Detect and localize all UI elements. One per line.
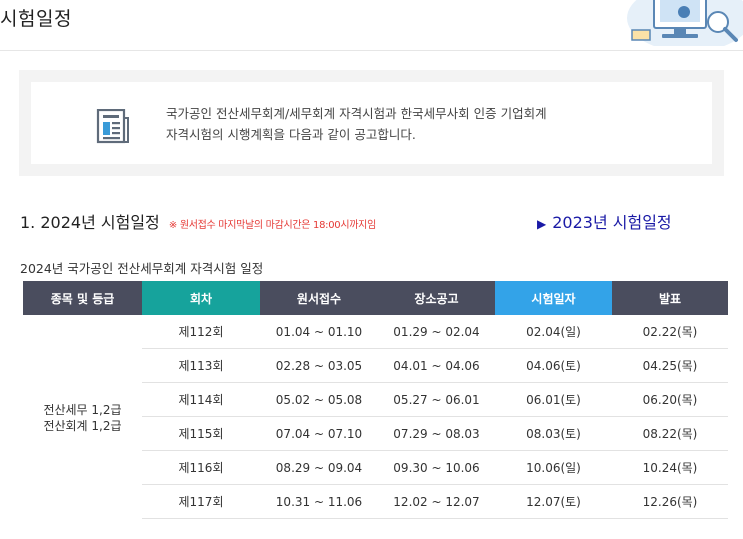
table-row: 전산세무 1,2급 전산회계 1,2급 제112회 01.04 ~ 01.10 … bbox=[23, 315, 728, 433]
round-cell: 제116회 bbox=[142, 450, 260, 485]
section-heading: 1. 2024년 시험일정 ※ 원서접수 마지막날의 마감시간은 18:00시까… bbox=[20, 209, 376, 233]
apply-period-cell: 01.04 ~ 01.10 bbox=[260, 315, 378, 349]
exam-date-cell: 12.07(토) bbox=[495, 484, 612, 519]
result-date-cell: 06.20(목) bbox=[612, 382, 728, 417]
apply-period-cell: 08.29 ~ 09.04 bbox=[260, 450, 378, 485]
grade-line-1: 전산세무 1,2급 bbox=[43, 402, 122, 417]
venue-notice-cell: 09.30 ~ 10.06 bbox=[378, 450, 495, 485]
notice-text: 국가공인 전산세무회계/세무회계 자격시험과 한국세무사회 인증 기업회계 자격… bbox=[166, 103, 547, 145]
apply-period-cell: 07.04 ~ 07.10 bbox=[260, 416, 378, 451]
exam-date-cell: 10.06(일) bbox=[495, 450, 612, 485]
exam-date-cell: 02.04(일) bbox=[495, 315, 612, 349]
result-date-cell: 04.25(목) bbox=[612, 348, 728, 383]
page-header: 시험일정 bbox=[0, 0, 743, 51]
grade-line-2: 전산회계 1,2급 bbox=[43, 418, 122, 433]
computer-illustration-icon bbox=[627, 0, 743, 46]
venue-notice-cell: 07.29 ~ 08.03 bbox=[378, 416, 495, 451]
apply-period-cell: 10.31 ~ 11.06 bbox=[260, 484, 378, 519]
result-date-cell: 02.22(목) bbox=[612, 315, 728, 349]
result-date-cell: 12.26(목) bbox=[612, 484, 728, 519]
col-header-venue-notice: 장소공고 bbox=[378, 281, 495, 315]
col-header-result: 발표 bbox=[612, 281, 728, 315]
notice-box: 국가공인 전산세무회계/세무회계 자격시험과 한국세무사회 인증 기업회계 자격… bbox=[19, 70, 724, 176]
table-caption: 2024년 국가공인 전산세무회계 자격시험 일정 bbox=[20, 261, 264, 276]
exam-schedule-table: 종목 및 등급 회차 원서접수 장소공고 시험일자 발표 전산세무 1,2급 전… bbox=[23, 281, 728, 519]
grade-cell: 전산세무 1,2급 전산회계 1,2급 bbox=[23, 315, 142, 519]
notice-line-2: 자격시험의 시행계획을 다음과 같이 공고합니다. bbox=[166, 127, 416, 142]
round-cell: 제112회 bbox=[142, 315, 260, 349]
exam-date-cell: 06.01(토) bbox=[495, 382, 612, 417]
apply-period-cell: 05.02 ~ 05.08 bbox=[260, 382, 378, 417]
round-cell: 제114회 bbox=[142, 382, 260, 417]
prev-year-schedule-link[interactable]: ▶ 2023년 시험일정 bbox=[537, 209, 672, 233]
col-header-apply: 원서접수 bbox=[260, 281, 378, 315]
notice-line-1: 국가공인 전산세무회계/세무회계 자격시험과 한국세무사회 인증 기업회계 bbox=[166, 106, 547, 121]
deadline-note: ※ 원서접수 마지막날의 마감시간은 18:00시까지임 bbox=[168, 220, 376, 231]
result-date-cell: 10.24(목) bbox=[612, 450, 728, 485]
venue-notice-cell: 05.27 ~ 06.01 bbox=[378, 382, 495, 417]
triangle-right-icon: ▶ bbox=[537, 217, 547, 231]
page-title: 시험일정 bbox=[0, 8, 72, 30]
col-header-round: 회차 bbox=[142, 281, 260, 315]
venue-notice-cell: 01.29 ~ 02.04 bbox=[378, 315, 495, 349]
result-date-cell: 08.22(목) bbox=[612, 416, 728, 451]
document-icon bbox=[96, 109, 129, 144]
exam-date-cell: 08.03(토) bbox=[495, 416, 612, 451]
col-header-exam-date: 시험일자 bbox=[495, 281, 612, 315]
col-header-grade: 종목 및 등급 bbox=[23, 281, 142, 315]
apply-period-cell: 02.28 ~ 03.05 bbox=[260, 348, 378, 383]
exam-date-cell: 04.06(토) bbox=[495, 348, 612, 383]
section-title: 1. 2024년 시험일정 bbox=[20, 213, 160, 232]
venue-notice-cell: 12.02 ~ 12.07 bbox=[378, 484, 495, 519]
round-cell: 제117회 bbox=[142, 484, 260, 519]
prev-year-link-label: 2023년 시험일정 bbox=[552, 213, 672, 232]
round-cell: 제113회 bbox=[142, 348, 260, 383]
venue-notice-cell: 04.01 ~ 04.06 bbox=[378, 348, 495, 383]
notice-inner: 국가공인 전산세무회계/세무회계 자격시험과 한국세무사회 인증 기업회계 자격… bbox=[31, 82, 712, 164]
table-header-row: 종목 및 등급 회차 원서접수 장소공고 시험일자 발표 bbox=[23, 281, 728, 315]
round-cell: 제115회 bbox=[142, 416, 260, 451]
